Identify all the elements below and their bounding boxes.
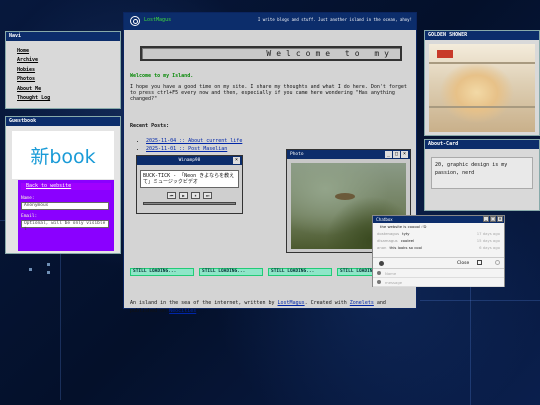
navi-item-home[interactable]: Home [17, 48, 29, 54]
site-header: LostMagus I write blogs and stuff. Just … [124, 13, 416, 30]
guestbook-logo: 新book [12, 131, 114, 179]
photo-title: Photo [290, 152, 304, 157]
chatbox-window: Chatbox _ □ × the website is cooool :'D … [372, 215, 505, 287]
site-tagline: I write blogs and stuff. Just another is… [257, 17, 412, 22]
navi-panel: Navi Home Archive Hobies Photos About Me… [5, 31, 121, 109]
minimize-icon[interactable]: _ [385, 151, 392, 158]
recent-posts-heading: Recent Posts: [130, 123, 170, 129]
footer-pre: An island in the sea of the internet, wr… [130, 300, 278, 306]
navi-item-about-me[interactable]: About Me [17, 86, 41, 92]
guestbook-form: Back to website Name: Anonymous Email: O… [18, 180, 114, 251]
pause-icon[interactable]: ⏸ [191, 192, 200, 199]
puppy-photo [429, 44, 535, 132]
chat-title: Chatbox [376, 217, 393, 222]
prev-icon[interactable]: ⏮ [167, 192, 176, 199]
loading-badges: STILL LOADING... STILL LOADING... STILL … [130, 268, 401, 276]
guestbook-panel: Guestbook 新book Back to website Name: An… [5, 116, 121, 254]
welcome-heading: Welcome to my Island. [130, 73, 194, 79]
chat-message-input[interactable]: message [373, 278, 504, 287]
site-name[interactable]: LostMagus [144, 17, 171, 23]
email-field[interactable]: Optional, will be only visible t [21, 220, 109, 232]
next-icon[interactable]: ⏭ [203, 192, 212, 199]
intro-text: I hope you have a good time on my site. … [130, 84, 407, 102]
song-title: BUCK-TICK - 「Neon きよならを教えて」ミュージックビデオ [140, 170, 239, 188]
golden-shower-panel: GOLDEN SHOWER [424, 30, 540, 136]
footer-text: An island in the sea of the internet, wr… [130, 299, 410, 315]
loading-badge: STILL LOADING... [268, 268, 332, 276]
navi-item-photos[interactable]: Photos [17, 76, 35, 82]
seek-bar[interactable] [143, 202, 236, 205]
chat-message: disamagus cooleel 15 days ago [377, 238, 500, 243]
chat-close-button[interactable]: Close [457, 261, 469, 266]
close-icon[interactable]: × [497, 216, 503, 222]
navi-item-thought-log[interactable]: Thought Log [17, 95, 50, 101]
recent-post-link[interactable]: 2025-11-04 :: About current life [146, 138, 242, 144]
site-logo-icon[interactable] [130, 16, 140, 26]
chat-name-input[interactable]: Name [373, 269, 504, 278]
chat-title-bar[interactable]: Chatbox _ □ × [373, 216, 504, 223]
fridge-shelf [429, 106, 535, 108]
player-title: Winamp98 [178, 158, 201, 163]
minimize-icon[interactable]: _ [483, 216, 489, 222]
chat-message: dostenagus tyty 17 days ago [377, 231, 500, 236]
about-title: About-Card [425, 140, 539, 149]
welcome-marquee: Welcome to my [140, 46, 402, 61]
back-to-website-link[interactable]: Back to website [21, 183, 111, 190]
footer-tool-link[interactable]: Zonelets [350, 300, 374, 306]
photo-title-bar[interactable]: Photo _ □ × [287, 150, 410, 159]
recent-post-link[interactable]: 2025-11-01 :: Post Maselian [146, 146, 227, 152]
music-player-window: Winamp98 × BUCK-TICK - 「Neon きよならを教えて」ミュ… [136, 155, 243, 214]
name-field[interactable]: Anonymous [21, 202, 109, 210]
chat-message: anon this looks so cool 6 days ago [377, 245, 500, 250]
player-controls: ⏮ ▶ ⏸ ⏭ [137, 192, 242, 199]
footer-end: . [196, 308, 200, 314]
loading-badge: STILL LOADING... [199, 268, 263, 276]
footer-author-link[interactable]: LostMagus [278, 300, 305, 306]
navi-item-archive[interactable]: Archive [17, 57, 38, 63]
footer-mid: . Created with [304, 300, 350, 306]
fridge-item [437, 50, 453, 58]
fridge-shelf [429, 62, 535, 64]
play-icon[interactable]: ▶ [179, 192, 188, 199]
user-icon[interactable] [379, 261, 384, 266]
navi-title: Navi [6, 32, 120, 41]
chat-message: the website is cooool :'D [380, 224, 427, 229]
external-link-icon[interactable] [477, 260, 482, 265]
settings-icon[interactable] [495, 260, 500, 265]
about-card-panel: About-Card 20, graphic design is my pass… [424, 139, 540, 211]
footer-host-link[interactable]: Neocities [169, 308, 196, 314]
navi-item-hobies[interactable]: Hobies [17, 67, 35, 73]
recent-posts-list: 2025-11-04 :: About current life 2025-11… [140, 137, 242, 153]
golden-title: GOLDEN SHOWER [425, 31, 539, 40]
maximize-icon[interactable]: □ [393, 151, 400, 158]
guestbook-title: Guestbook [6, 117, 120, 126]
maximize-icon[interactable]: □ [490, 216, 496, 222]
chat-toolbar: Close [373, 257, 504, 269]
about-text: 20, graphic design is my passion, nerd [431, 157, 533, 189]
loading-badge: STILL LOADING... [130, 268, 194, 276]
navi-list: Home Archive Hobies Photos About Me Thou… [6, 41, 120, 103]
fish-shape [335, 193, 355, 200]
close-icon[interactable]: × [233, 157, 240, 164]
player-title-bar[interactable]: Winamp98 × [137, 156, 242, 165]
close-icon[interactable]: × [401, 151, 408, 158]
